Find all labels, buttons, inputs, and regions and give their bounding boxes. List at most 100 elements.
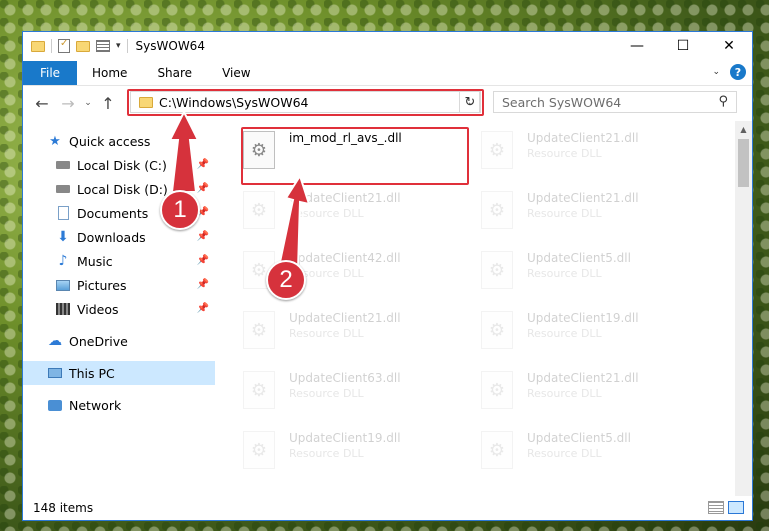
- large-icons-view-icon[interactable]: [728, 501, 744, 514]
- gear-icon: ⚙: [243, 191, 275, 229]
- pin-icon[interactable]: 📌: [197, 183, 209, 194]
- navigation-bar: ← → ⌄ ↑ C:\Windows\SysWOW64 ⌄ ↻ Search S…: [23, 86, 752, 120]
- file-item[interactable]: ⚙ UpdateClient21.dll Resource DLL: [243, 305, 473, 357]
- tab-share[interactable]: Share: [142, 61, 207, 85]
- network-icon: [47, 397, 63, 413]
- file-list: ⚙ im_mod_rl_avs_.dll ⚙ UpdateClient21.dl…: [215, 121, 752, 496]
- file-item[interactable]: ⚙ UpdateClient5.dll Resource DLL: [481, 245, 711, 297]
- sidebar-item-label: Local Disk (D:): [77, 181, 168, 197]
- scrollbar-thumb[interactable]: [738, 139, 749, 187]
- star-icon: ★: [49, 133, 61, 149]
- file-name: UpdateClient19.dll: [289, 431, 401, 445]
- gear-icon: ⚙: [481, 371, 513, 409]
- window-controls: — ☐ ✕: [614, 32, 752, 60]
- title-bar: ▾ SysWOW64 — ☐ ✕: [23, 32, 752, 60]
- divider: [126, 39, 128, 53]
- minimize-button[interactable]: —: [614, 32, 660, 60]
- sidebar-item-label: Pictures: [77, 277, 127, 293]
- file-item[interactable]: ⚙ UpdateClient5.dll Resource DLL: [481, 425, 711, 477]
- file-name: UpdateClient5.dll: [527, 251, 631, 265]
- tab-view[interactable]: View: [207, 61, 265, 85]
- sidebar-item-onedrive[interactable]: ☁ OneDrive: [23, 329, 215, 353]
- file-item[interactable]: ⚙ UpdateClient21.dll Resource DLL: [481, 185, 711, 237]
- ribbon-tabs: File Home Share View ⌄ ?: [23, 60, 752, 86]
- step-2-badge: 2: [266, 260, 306, 300]
- sidebar-item-label: This PC: [69, 365, 115, 381]
- maximize-button[interactable]: ☐: [660, 32, 706, 60]
- documents-icon: [55, 205, 71, 221]
- file-name: UpdateClient5.dll: [527, 431, 631, 445]
- gear-icon: ⚙: [243, 371, 275, 409]
- gear-icon: ⚙: [481, 191, 513, 229]
- sidebar-item-network[interactable]: Network: [23, 393, 215, 417]
- file-type: Resource DLL: [527, 387, 602, 400]
- recent-locations-button[interactable]: ⌄: [81, 98, 95, 108]
- back-button[interactable]: ←: [29, 94, 55, 113]
- new-folder-icon[interactable]: [76, 40, 90, 52]
- file-name: UpdateClient21.dll: [527, 191, 639, 205]
- file-name: UpdateClient21.dll: [527, 371, 639, 385]
- gear-icon: ⚙: [481, 431, 513, 469]
- pin-icon[interactable]: 📌: [197, 231, 209, 242]
- pin-icon[interactable]: 📌: [197, 279, 209, 290]
- file-name: UpdateClient21.dll: [527, 131, 639, 145]
- customize-toolbar-icon[interactable]: ▾: [116, 41, 121, 51]
- sidebar-item-label: Videos: [77, 301, 119, 317]
- details-view-icon[interactable]: [708, 501, 724, 514]
- search-input[interactable]: Search SysWOW64 ⚲: [493, 91, 737, 113]
- view-mode-switch: [708, 501, 744, 514]
- file-item[interactable]: ⚙ UpdateClient63.dll Resource DLL: [243, 365, 473, 417]
- file-item[interactable]: ⚙ UpdateClient21.dll Resource DLL: [243, 185, 473, 237]
- file-type: Resource DLL: [527, 207, 602, 220]
- scroll-up-icon[interactable]: ▲: [735, 121, 752, 138]
- sidebar-item-label: Downloads: [77, 229, 146, 245]
- forward-button[interactable]: →: [55, 94, 81, 113]
- sidebar-item-music[interactable]: ♪ Music 📌: [23, 249, 215, 273]
- quick-access-toolbar: ▾: [23, 38, 128, 53]
- tab-home[interactable]: Home: [77, 61, 142, 85]
- music-icon: ♪: [58, 253, 68, 269]
- pc-icon: [47, 365, 63, 381]
- disk-icon: [55, 157, 71, 173]
- gear-icon: ⚙: [243, 311, 275, 349]
- help-icon[interactable]: ?: [730, 64, 746, 80]
- file-item[interactable]: ⚙ UpdateClient21.dll Resource DLL: [481, 365, 711, 417]
- sidebar-item-this-pc[interactable]: This PC: [23, 361, 215, 385]
- file-type: Resource DLL: [289, 387, 364, 400]
- item-count: 148 items: [33, 501, 94, 515]
- search-icon[interactable]: ⚲: [718, 94, 728, 109]
- file-highlight-box: [241, 127, 469, 185]
- tab-file[interactable]: File: [23, 60, 77, 85]
- sidebar-item-local-disk-c[interactable]: Local Disk (C:) 📌: [23, 153, 215, 177]
- divider: [51, 39, 52, 53]
- up-button[interactable]: ↑: [95, 94, 121, 113]
- expand-ribbon-icon[interactable]: ⌄: [712, 67, 720, 77]
- properties-icon[interactable]: [58, 38, 70, 53]
- file-name: UpdateClient21.dll: [289, 191, 401, 205]
- sidebar-item-quick-access[interactable]: ★ Quick access: [23, 129, 215, 153]
- status-bar: 148 items: [23, 496, 752, 520]
- file-item[interactable]: ⚙ UpdateClient19.dll Resource DLL: [481, 305, 711, 357]
- pictures-icon: [55, 277, 71, 293]
- cloud-icon: ☁: [48, 333, 62, 349]
- pin-icon[interactable]: 📌: [197, 255, 209, 266]
- sidebar-item-label: Documents: [77, 205, 149, 221]
- sidebar-item-label: OneDrive: [69, 333, 128, 349]
- close-button[interactable]: ✕: [706, 32, 752, 60]
- sidebar-item-pictures[interactable]: Pictures 📌: [23, 273, 215, 297]
- file-type: Resource DLL: [527, 147, 602, 160]
- sidebar-item-videos[interactable]: Videos 📌: [23, 297, 215, 321]
- file-type: Resource DLL: [527, 447, 602, 460]
- step-1-badge: 1: [160, 190, 200, 230]
- file-name: UpdateClient63.dll: [289, 371, 401, 385]
- file-item[interactable]: ⚙ UpdateClient21.dll Resource DLL: [481, 125, 711, 177]
- sidebar-item-label: Network: [69, 397, 122, 413]
- main-content: ★ Quick access Local Disk (C:) 📌 Local D…: [23, 121, 752, 496]
- file-item[interactable]: ⚙ UpdateClient19.dll Resource DLL: [243, 425, 473, 477]
- pin-icon[interactable]: 📌: [197, 303, 209, 314]
- file-type: Resource DLL: [289, 447, 364, 460]
- view-icon[interactable]: [96, 40, 110, 52]
- file-type: Resource DLL: [527, 327, 602, 340]
- pin-icon[interactable]: 📌: [197, 159, 209, 170]
- vertical-scrollbar[interactable]: ▲: [735, 121, 752, 496]
